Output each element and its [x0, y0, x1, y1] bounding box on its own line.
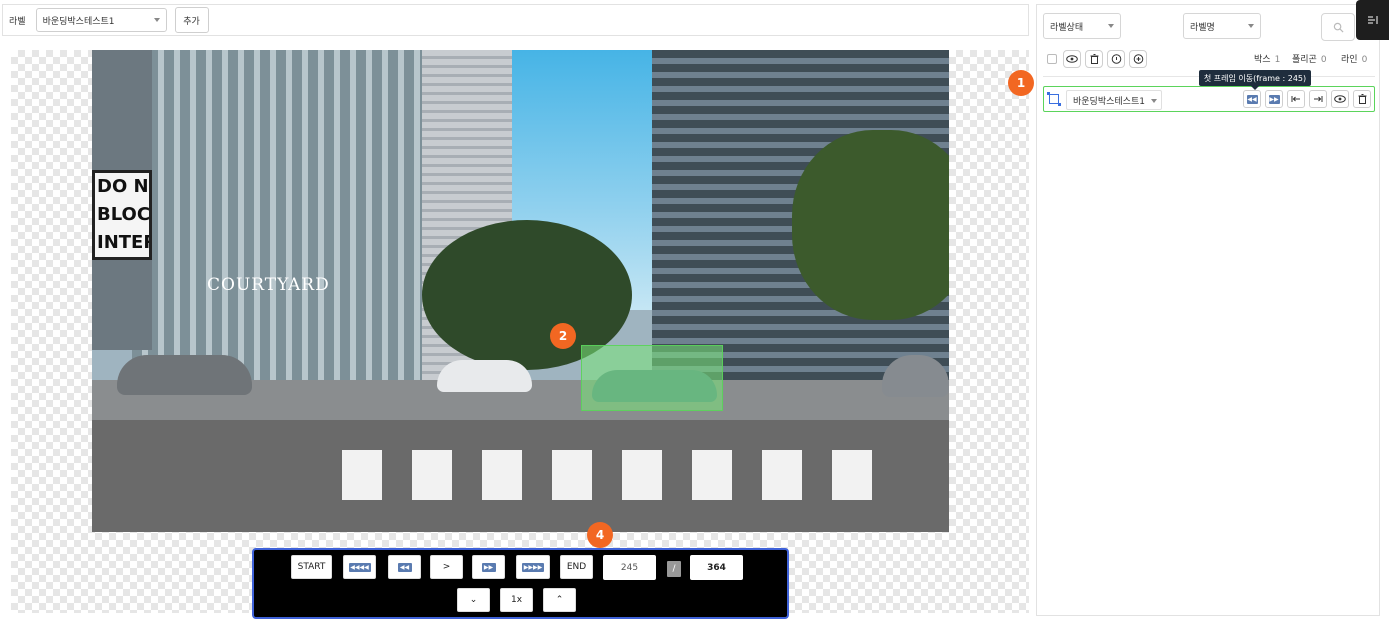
- trees-right: [792, 130, 949, 320]
- first-frame-button[interactable]: ◀◀: [1243, 90, 1261, 108]
- label-name-value: 라벨명: [1190, 22, 1215, 33]
- label-text: 라벨: [9, 16, 26, 27]
- forward-icon: ▶▶: [481, 562, 496, 572]
- last-frame-button[interactable]: ▶▶: [1265, 90, 1283, 108]
- label-status-select[interactable]: 라벨상태: [1043, 13, 1121, 39]
- line-count: 라인 0: [1341, 52, 1367, 65]
- item-label-select[interactable]: 바운딩박스테스트1: [1066, 90, 1162, 110]
- video-frame-image[interactable]: DO NOT BLOCK INTERSECTION COURTYARD: [92, 50, 949, 532]
- toggle-visibility-button[interactable]: [1063, 50, 1081, 68]
- item-label-value: 바운딩박스테스트1: [1073, 96, 1145, 107]
- app-root: 라벨 바운딩박스테스트1 추가 DO NOT BLOCK INTERSECTIO…: [0, 0, 1389, 622]
- box-count-value: 1: [1274, 55, 1281, 65]
- box-count-label: 박스: [1254, 55, 1271, 65]
- fast-forward-button[interactable]: ▶▶▶▶: [516, 555, 550, 579]
- search-icon: [1333, 22, 1344, 33]
- label-toolbar: 라벨 바운딩박스테스트1 추가: [2, 4, 1029, 36]
- keyframe-end-button[interactable]: [1309, 90, 1327, 108]
- select-all-checkbox[interactable]: [1047, 54, 1057, 64]
- bulk-tools: [1047, 50, 1147, 68]
- end-button[interactable]: END: [560, 555, 593, 579]
- item-visibility-button[interactable]: [1331, 90, 1349, 108]
- car: [117, 355, 252, 395]
- label-panel: 라벨상태 라벨명 박스 1 폴리곤 0 라인 0 바운딩박스테스트1 ◀◀ ▶▶: [1036, 4, 1380, 616]
- forward-button[interactable]: ▶▶: [472, 555, 505, 579]
- item-actions: ◀◀ ▶▶: [1243, 90, 1371, 108]
- sign-line: BLOCK: [97, 204, 151, 225]
- line-count-value: 0: [1361, 55, 1368, 65]
- speed-down-button[interactable]: ⌄: [457, 588, 490, 612]
- step-badge-1: 1: [1008, 70, 1034, 96]
- line-count-label: 라인: [1341, 55, 1358, 65]
- car: [437, 360, 532, 392]
- trash-icon: [1090, 54, 1098, 64]
- fast-rewind-icon: ◀◀◀◀: [348, 562, 371, 572]
- search-button[interactable]: [1321, 13, 1355, 41]
- delete-all-button[interactable]: [1085, 50, 1103, 68]
- eye-icon: [1334, 95, 1346, 103]
- label-select-value: 바운딩박스테스트1: [42, 16, 115, 27]
- label-name-select[interactable]: 라벨명: [1183, 13, 1261, 39]
- polygon-count: 폴리곤 0: [1292, 52, 1327, 65]
- sign-line: DO NOT: [97, 176, 149, 197]
- speed-up-button[interactable]: ⌃: [543, 588, 576, 612]
- step-badge-2: 2: [550, 323, 576, 349]
- polygon-count-label: 폴리곤: [1292, 55, 1317, 65]
- fast-forward-icon: ▶▶▶▶: [522, 562, 544, 572]
- label-list-item[interactable]: 바운딩박스테스트1 ◀◀ ▶▶: [1043, 86, 1375, 112]
- comment-button[interactable]: [1107, 50, 1125, 68]
- sign-line: INTERSECTION: [97, 232, 149, 253]
- skip-end-icon: [1314, 96, 1323, 102]
- chevron-down-icon: [1108, 24, 1114, 28]
- speed-value[interactable]: 1x: [500, 588, 533, 612]
- comment-add-button[interactable]: [1129, 50, 1147, 68]
- crosswalk: [342, 450, 902, 500]
- chevron-down-icon: [1248, 24, 1254, 28]
- start-button[interactable]: START: [291, 555, 332, 579]
- courtyard-sign: COURTYARD: [207, 275, 330, 295]
- current-frame-input[interactable]: 245: [603, 555, 656, 580]
- eye-icon: [1066, 55, 1078, 63]
- panel-toggle-button[interactable]: [1356, 0, 1389, 40]
- rewind-button[interactable]: ◀◀: [388, 555, 421, 579]
- chevron-down-icon: [1150, 99, 1157, 103]
- first-frame-icon: ◀◀: [1246, 94, 1258, 104]
- bounding-box-icon: [1047, 92, 1061, 106]
- rewind-icon: ◀◀: [397, 562, 412, 572]
- fast-rewind-button[interactable]: ◀◀◀◀: [343, 555, 376, 579]
- label-select[interactable]: 바운딩박스테스트1: [35, 8, 167, 32]
- last-frame-icon: ▶▶: [1268, 94, 1280, 104]
- comment-icon: [1111, 53, 1121, 64]
- list-toggle-icon: [1367, 16, 1377, 24]
- player-controls: START ◀◀◀◀ ◀◀ > ▶▶ ▶▶▶▶ END 245 / 364 ⌄ …: [252, 548, 789, 619]
- step-badge-4: 4: [587, 522, 613, 548]
- first-frame-tooltip: 첫 프레임 이동(frame : 245): [1199, 70, 1311, 90]
- skip-start-icon: [1291, 96, 1300, 102]
- frame-separator: /: [667, 561, 681, 577]
- total-frames: 364: [690, 555, 743, 580]
- keyframe-start-button[interactable]: [1287, 90, 1305, 108]
- comment-plus-icon: [1133, 53, 1143, 64]
- polygon-count-value: 0: [1320, 55, 1327, 65]
- trash-icon: [1358, 94, 1366, 104]
- building-left: [132, 50, 472, 380]
- play-button[interactable]: >: [430, 555, 463, 579]
- add-button[interactable]: 추가: [174, 7, 209, 33]
- label-status-value: 라벨상태: [1050, 22, 1084, 33]
- traffic-sign: DO NOT BLOCK INTERSECTION: [92, 170, 152, 260]
- item-delete-button[interactable]: [1353, 90, 1371, 108]
- chevron-down-icon: [153, 18, 160, 22]
- bounding-box-annotation[interactable]: [581, 345, 723, 411]
- box-count: 박스 1: [1254, 52, 1280, 65]
